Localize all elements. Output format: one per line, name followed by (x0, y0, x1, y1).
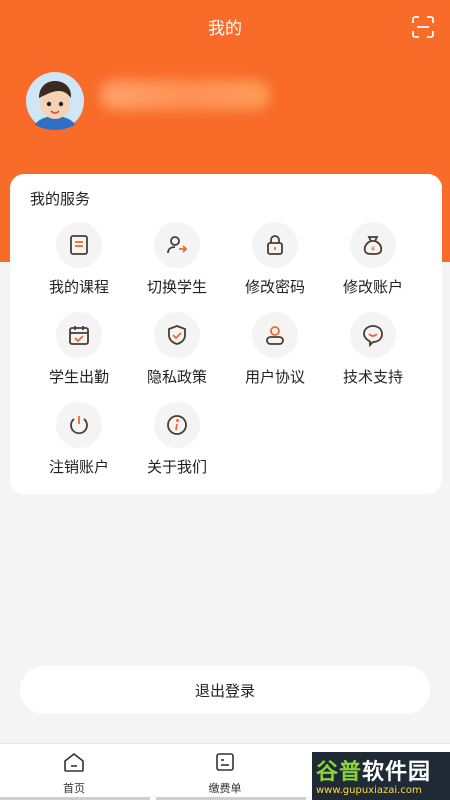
service-label: 隐私政策 (146, 368, 207, 386)
service-change-password[interactable]: 修改密码 (226, 222, 324, 312)
service-my-courses[interactable]: 我的课程 (30, 222, 128, 312)
bill-icon (215, 752, 235, 776)
service-label: 注销账户 (48, 458, 109, 476)
services-title: 我的服务 (30, 190, 91, 208)
tab-home[interactable]: 首页 (34, 752, 114, 796)
money-bag-icon: ¥ (350, 222, 396, 268)
service-label: 我的课程 (48, 278, 109, 296)
service-label: 技术支持 (342, 368, 403, 386)
svg-text:¥: ¥ (371, 245, 376, 253)
watermark-logo: 谷普软件园 www.gupuxiazai.com (312, 752, 450, 800)
chat-heart-icon (350, 312, 396, 358)
user-icon (252, 312, 298, 358)
service-label: 切换学生 (146, 278, 207, 296)
service-change-account[interactable]: ¥ 修改账户 (324, 222, 422, 312)
power-icon (56, 402, 102, 448)
service-label: 学生出勤 (48, 368, 109, 386)
tab-label: 首页 (63, 782, 85, 795)
page-title: 我的 (208, 18, 242, 39)
watermark-url: www.gupuxiazai.com (316, 785, 422, 796)
service-label: 修改账户 (342, 278, 403, 296)
book-icon (56, 222, 102, 268)
service-label: 修改密码 (244, 278, 305, 296)
lock-icon (252, 222, 298, 268)
top-bar: 我的 (0, 0, 450, 52)
watermark-title: 谷普软件园 (316, 760, 432, 785)
service-privacy-policy[interactable]: 隐私政策 (128, 312, 226, 402)
service-user-agreement[interactable]: 用户协议 (226, 312, 324, 402)
switch-user-icon (154, 222, 200, 268)
info-icon (154, 402, 200, 448)
home-icon (63, 752, 85, 776)
service-label: 用户协议 (244, 368, 305, 386)
avatar[interactable] (20, 72, 90, 130)
shield-check-icon (154, 312, 200, 358)
calendar-check-icon (56, 312, 102, 358)
service-label: 关于我们 (146, 458, 207, 476)
tab-bills[interactable]: 缴费单 (185, 752, 265, 796)
scan-icon[interactable] (412, 16, 434, 38)
services-card: 我的服务 我的课程 切换学生 修改密码 ¥ 修改账户 学生出勤 隐私政策 用户协… (10, 174, 442, 494)
blurred-username (100, 80, 270, 110)
service-about-us[interactable]: 关于我们 (128, 402, 226, 492)
service-delete-account[interactable]: 注销账户 (30, 402, 128, 492)
service-attendance[interactable]: 学生出勤 (30, 312, 128, 402)
tab-label: 缴费单 (208, 782, 242, 795)
service-switch-student[interactable]: 切换学生 (128, 222, 226, 312)
services-grid: 我的课程 切换学生 修改密码 ¥ 修改账户 学生出勤 隐私政策 用户协议 技术支… (10, 222, 442, 492)
logout-button[interactable]: 退出登录 (20, 666, 430, 714)
service-tech-support[interactable]: 技术支持 (324, 312, 422, 402)
